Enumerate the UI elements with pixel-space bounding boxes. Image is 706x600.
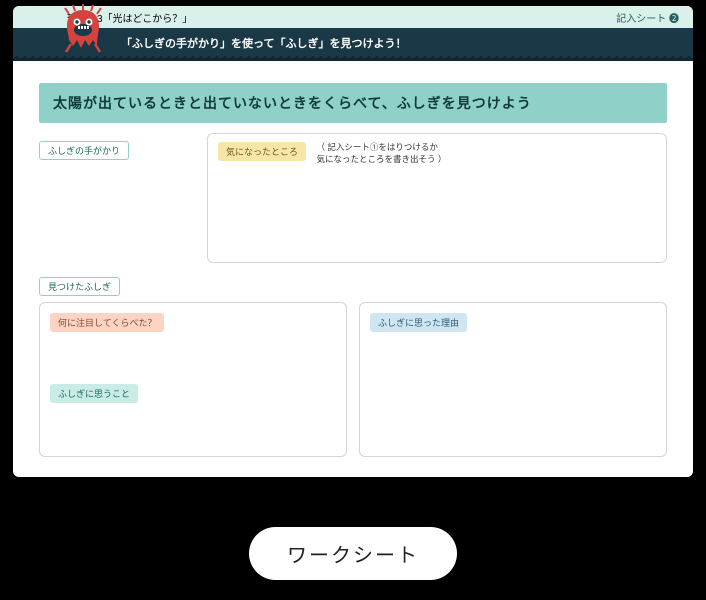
worksheet-sheet: 理科小3「光はどこから？」 記入シート ❷ 「ふしぎの手がかり」を使って「ふしぎ…	[13, 6, 693, 477]
found-section: 見つけたふしぎ 何に注目してくらべた？ ふしぎに思うこと ふしぎに思った理由	[39, 277, 667, 457]
wonder-tag: ふしぎに思うこと	[50, 384, 138, 403]
reason-tag: ふしぎに思った理由	[370, 313, 467, 332]
caption-text: ワークシート	[287, 545, 419, 567]
sheet-label-text: 記入シート	[616, 14, 666, 25]
subtitle-text: 「ふしぎの手がかり」を使って「ふしぎ」を見つけよう！	[121, 38, 406, 50]
noticed-tag: 気になったところ	[218, 142, 306, 161]
worksheet-content: 太陽が出ているときと出ていないときをくらべて、ふしぎを見つけよう ふしぎの手がか…	[13, 61, 693, 477]
noticed-box[interactable]: 気になったところ 記入シート①をはりつけるか 気になったところを書き出そう	[207, 133, 667, 263]
noticed-hint: 記入シート①をはりつけるか 気になったところを書き出そう	[316, 142, 446, 166]
header-strip: 理科小3「光はどこから？」 記入シート ❷	[13, 6, 693, 28]
reason-box[interactable]: ふしぎに思った理由	[359, 302, 667, 457]
sheet-label-group: 記入シート ❷	[616, 10, 679, 25]
main-prompt: 太陽が出ているときと出ていないときをくらべて、ふしぎを見つけよう	[39, 83, 667, 123]
caption-pill: ワークシート	[249, 527, 457, 580]
sheet-number-badge: ❷	[669, 14, 679, 25]
compare-wonder-box[interactable]: 何に注目してくらべた？ ふしぎに思うこと	[39, 302, 347, 457]
clues-section: ふしぎの手がかり 気になったところ 記入シート①をはりつけるか 気になったところ…	[39, 137, 667, 263]
monster-icon	[59, 6, 107, 54]
main-prompt-text: 太陽が出ているときと出ていないときをくらべて、ふしぎを見つけよう	[53, 95, 532, 111]
noticed-hint-line1: 記入シート①をはりつけるか	[327, 142, 438, 152]
clues-section-label: ふしぎの手がかり	[39, 141, 129, 160]
subtitle-band: 「ふしぎの手がかり」を使って「ふしぎ」を見つけよう！	[13, 28, 693, 61]
compare-tag: 何に注目してくらべた？	[50, 313, 164, 332]
noticed-hint-line2: 気になったところを書き出そう	[316, 154, 435, 164]
found-section-label: 見つけたふしぎ	[39, 277, 120, 296]
